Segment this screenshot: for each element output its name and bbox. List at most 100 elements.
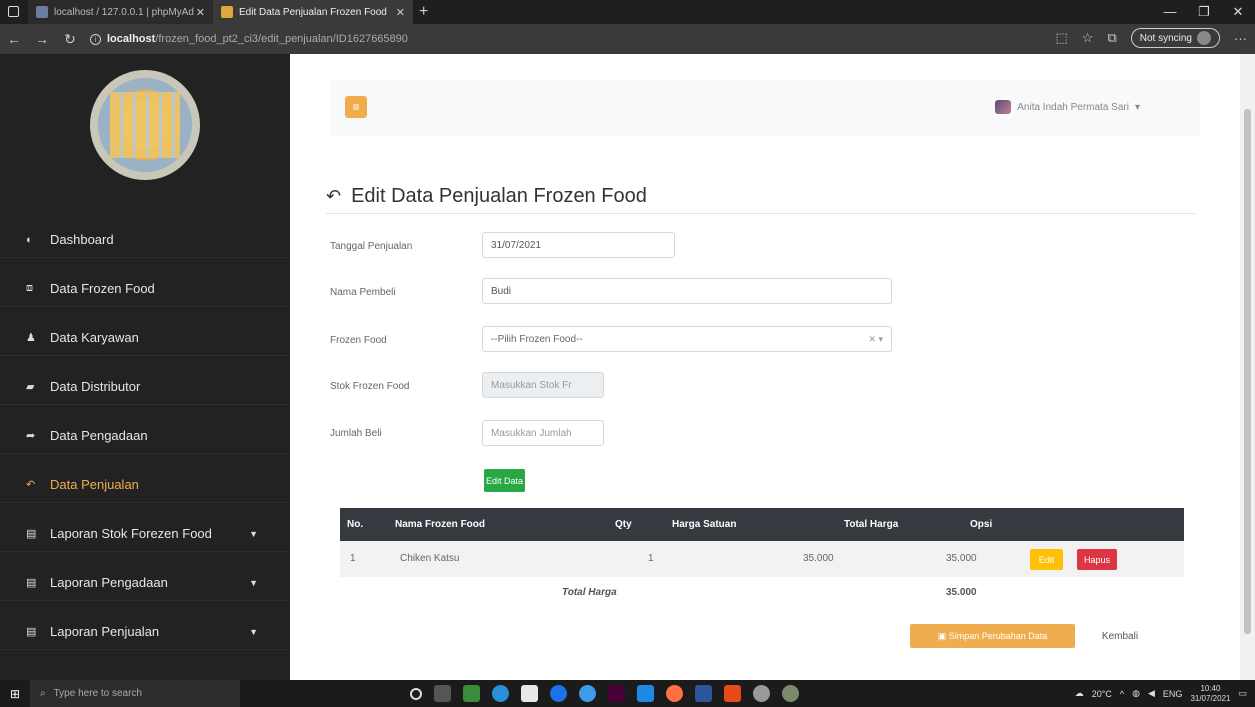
sidebar-item-label: Data Pengadaan bbox=[50, 428, 148, 443]
sidebar-item-data-distributor[interactable]: ▰ Data Distributor bbox=[0, 369, 290, 405]
save-label: Simpan Perubahan Data bbox=[948, 630, 1048, 641]
nama-pembeli-input[interactable] bbox=[482, 278, 892, 304]
taskbar-search[interactable]: ⌕ Type here to search bbox=[30, 680, 240, 707]
col-opsi: Opsi bbox=[970, 519, 993, 530]
sidebar-item-laporan-stok[interactable]: ▤ Laporan Stok Forezen Food ▼ bbox=[0, 516, 290, 552]
notifications-icon[interactable]: ▭ bbox=[1238, 688, 1247, 699]
tab-label: localhost / 127.0.0.1 | phpMyAd bbox=[54, 6, 194, 18]
title-divider bbox=[326, 213, 1196, 214]
save-changes-button[interactable]: ▣ Simpan Perubahan Data bbox=[910, 624, 1075, 648]
sidebar-item-data-penjualan[interactable]: ↶ Data Penjualan bbox=[0, 467, 290, 503]
sidebar-item-laporan-penjualan[interactable]: ▤ Laporan Penjualan ▼ bbox=[0, 614, 290, 650]
url-path: /frozen_food_pt2_ci3/edit_penjualan/ID16… bbox=[155, 33, 408, 45]
scrollbar-thumb[interactable] bbox=[1244, 109, 1251, 634]
app-icon[interactable] bbox=[782, 685, 799, 702]
reload-icon[interactable]: ↻ bbox=[56, 31, 84, 48]
clear-and-caret-icon[interactable]: ✕ ▾ bbox=[868, 334, 883, 345]
url-field[interactable]: i localhost /frozen_food_pt2_ci3/edit_pe… bbox=[90, 33, 408, 45]
weather-icon[interactable]: ☁ bbox=[1075, 688, 1084, 699]
user-dropdown[interactable]: Anita Indah Permata Sari ▾ bbox=[995, 100, 1140, 114]
back-button[interactable]: Kembali bbox=[1090, 624, 1150, 648]
sidebar-item-label: Data Karyawan bbox=[50, 330, 139, 345]
sidebar-item-dashboard[interactable]: ◐ Dashboard bbox=[0, 222, 290, 258]
tab-label: Edit Data Penjualan Frozen Food bbox=[239, 6, 387, 18]
profile-avatar bbox=[1197, 31, 1211, 45]
tanggal-input[interactable] bbox=[482, 232, 675, 258]
collections-icon[interactable]: ⧉ bbox=[1107, 30, 1116, 46]
sidebar-item-data-pengadaan[interactable]: ➦ Data Pengadaan bbox=[0, 418, 290, 454]
close-tab-icon[interactable]: ✕ bbox=[196, 6, 205, 19]
main-content: ≡ Anita Indah Permata Sari ▾ ↶ Edit Data… bbox=[290, 54, 1240, 680]
sidebar-item-label: Laporan Pengadaan bbox=[50, 575, 168, 590]
close-tab-icon[interactable]: ✕ bbox=[396, 6, 405, 19]
browser-tab-phpmyadmin[interactable]: localhost / 127.0.0.1 | phpMyAd ✕ bbox=[28, 0, 213, 24]
row-edit-button[interactable]: Edit bbox=[1030, 549, 1063, 570]
page-scrollbar[interactable] bbox=[1240, 54, 1255, 680]
jumlah-beli-input[interactable] bbox=[482, 420, 604, 446]
vscode-icon[interactable] bbox=[637, 685, 654, 702]
settings-icon[interactable] bbox=[753, 685, 770, 702]
windows-start-icon[interactable]: ⊞ bbox=[0, 687, 30, 701]
sidebar-item-data-karyawan[interactable]: ♟ Data Karyawan bbox=[0, 320, 290, 356]
more-menu-icon[interactable]: ··· bbox=[1234, 31, 1247, 46]
weather-text: 20°C bbox=[1091, 688, 1112, 699]
sidebar-item-data-frozen-food[interactable]: ⧈ Data Frozen Food bbox=[0, 271, 290, 307]
jumlah-beli-label: Jumlah Beli bbox=[330, 428, 382, 439]
read-aloud-icon[interactable]: ⬚ bbox=[1056, 30, 1068, 46]
caret-down-icon: ▾ bbox=[1134, 101, 1140, 113]
window-menu-icon[interactable] bbox=[8, 6, 19, 17]
close-window-icon[interactable]: ✕ bbox=[1221, 0, 1255, 24]
firefox-icon[interactable] bbox=[666, 685, 683, 702]
edit-data-button[interactable]: Edit Data bbox=[484, 469, 525, 492]
table-row: 1 Chiken Katsu 1 35.000 35.000 Edit Hapu… bbox=[340, 541, 1184, 577]
xampp-icon[interactable] bbox=[724, 685, 741, 702]
user-avatar bbox=[995, 100, 1012, 114]
taskbar-apps bbox=[410, 680, 799, 707]
back-icon[interactable]: ← bbox=[0, 31, 28, 47]
site-info-icon[interactable]: i bbox=[90, 33, 101, 45]
task-view-icon[interactable] bbox=[434, 685, 451, 702]
menu-toggle-button[interactable]: ≡ bbox=[345, 96, 367, 118]
search-placeholder: Type here to search bbox=[53, 688, 142, 699]
users-icon: ♟ bbox=[26, 332, 36, 344]
browser-icon[interactable] bbox=[579, 685, 596, 702]
sidebar: ◐ Dashboard ⧈ Data Frozen Food ♟ Data Ka… bbox=[0, 54, 290, 680]
xd-icon[interactable] bbox=[608, 685, 625, 702]
caret-down-icon: ▼ bbox=[249, 626, 258, 637]
frozen-food-select[interactable]: --Pilih Frozen Food-- ✕ ▾ bbox=[482, 326, 892, 352]
tray-chevron-icon[interactable]: ^ bbox=[1120, 689, 1124, 699]
maximize-icon[interactable]: ❐ bbox=[1187, 0, 1221, 24]
stok-input bbox=[482, 372, 604, 398]
store-icon[interactable] bbox=[521, 685, 538, 702]
new-tab-icon[interactable]: + bbox=[419, 3, 428, 21]
browser-tab-edit-penjualan[interactable]: Edit Data Penjualan Frozen Food ✕ bbox=[213, 0, 413, 24]
minecraft-icon[interactable] bbox=[463, 685, 480, 702]
cell-qty: 1 bbox=[648, 553, 654, 564]
footer-total-label: Total Harga bbox=[562, 587, 617, 598]
sidebar-item-label: Dashboard bbox=[50, 232, 114, 247]
lang-label[interactable]: ENG bbox=[1163, 689, 1183, 699]
table-footer: Total Harga 35.000 bbox=[340, 577, 1184, 609]
nama-pembeli-label: Nama Pembeli bbox=[330, 287, 396, 298]
clock[interactable]: 10:40 31/07/2021 bbox=[1190, 684, 1230, 704]
stok-label: Stok Frozen Food bbox=[330, 381, 410, 392]
address-bar-actions: ⬚ ☆ ⧉ Not syncing ··· bbox=[1056, 28, 1247, 48]
forward-icon[interactable]: → bbox=[28, 31, 56, 47]
cell-harga: 35.000 bbox=[803, 553, 834, 564]
page-title: ↶ Edit Data Penjualan Frozen Food bbox=[326, 185, 647, 208]
maps-icon[interactable] bbox=[550, 685, 567, 702]
col-harga: Harga Satuan bbox=[672, 519, 737, 530]
sidebar-item-laporan-pengadaan[interactable]: ▤ Laporan Pengadaan ▼ bbox=[0, 565, 290, 601]
clock-time: 10:40 bbox=[1200, 683, 1221, 693]
sync-label: Not syncing bbox=[1139, 32, 1192, 44]
volume-icon[interactable]: ◀ bbox=[1148, 688, 1155, 699]
favorites-icon[interactable]: ☆ bbox=[1082, 30, 1094, 46]
edge-icon[interactable] bbox=[492, 685, 509, 702]
word-icon[interactable] bbox=[695, 685, 712, 702]
profile-sync-button[interactable]: Not syncing bbox=[1130, 28, 1220, 48]
cortana-icon[interactable] bbox=[410, 687, 422, 700]
row-hapus-button[interactable]: Hapus bbox=[1077, 549, 1117, 570]
cell-nama: Chiken Katsu bbox=[400, 553, 460, 564]
network-icon[interactable]: ◍ bbox=[1132, 688, 1140, 699]
minimize-icon[interactable]: — bbox=[1153, 0, 1187, 24]
